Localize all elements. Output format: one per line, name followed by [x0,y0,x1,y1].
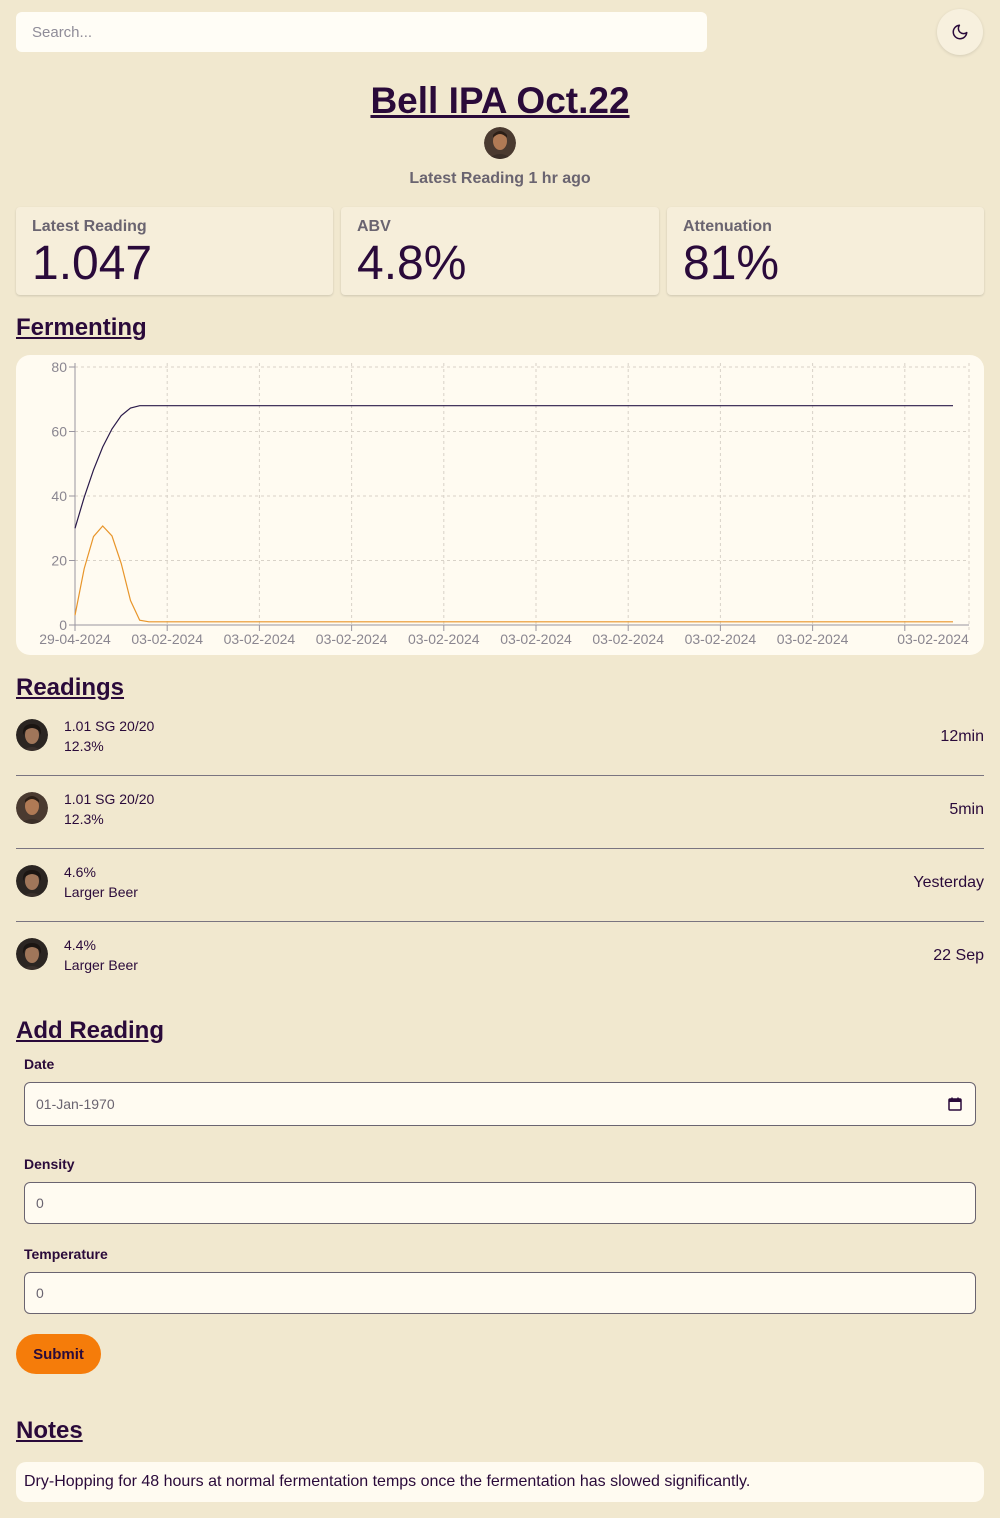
reading-secondary: Larger Beer [64,957,138,973]
latest-reading-subtitle: Latest Reading 1 hr ago [409,170,591,187]
series-line-1 [74,525,953,623]
submit-button[interactable]: Submit [16,1334,101,1374]
man-avatar [16,792,48,824]
woman-avatar [16,719,48,751]
y-tick-label: 40 [51,488,67,504]
x-tick-label: 03-02-2024 [131,631,203,647]
x-tick-label: 03-02-2024 [316,631,388,647]
temperature-field[interactable]: 0 [24,1272,976,1314]
readings-heading: Readings [16,674,125,701]
reading-primary: 4.6% [64,864,96,880]
list-item[interactable]: 1.01 SG 20/20 12.3% 5min [16,776,984,849]
x-tick-label: 03-02-2024 [592,631,664,647]
x-tick-label: 03-02-2024 [685,631,757,647]
theme-toggle-button[interactable] [937,9,983,55]
date-value: 01-Jan-1970 [36,1096,115,1112]
list-item[interactable]: 4.6% Larger Beer Yesterday [16,849,984,922]
stat-label: Attenuation [683,218,772,235]
notes-text: Dry-Hopping for 48 hours at normal ferme… [24,1473,751,1490]
woman-avatar [16,865,48,897]
reading-secondary: 12.3% [64,738,104,754]
y-tick-label: 80 [51,359,67,375]
reading-time: 22 Sep [933,947,984,964]
stat-value: 4.8% [357,237,467,290]
reading-primary: 1.01 SG 20/20 [64,791,155,807]
reading-secondary: Larger Beer [64,884,138,900]
y-tick-label: 20 [51,553,67,569]
notes-heading: Notes [16,1417,83,1444]
x-tick-label: 03-02-2024 [224,631,296,647]
density-field[interactable]: 0 [24,1182,976,1224]
reading-time: 12min [940,728,984,745]
density-value: 0 [36,1195,44,1211]
density-label: Density [24,1156,75,1172]
x-tick-label: 03-02-2024 [777,631,849,647]
search-input[interactable] [16,12,707,52]
temperature-value: 0 [36,1285,44,1301]
brewer-avatar [484,127,516,159]
stat-card-abv: ABV 4.8% [341,207,659,295]
x-tick-label: 03-02-2024 [500,631,572,647]
temperature-label: Temperature [24,1246,108,1262]
list-item[interactable]: 4.4% Larger Beer 22 Sep [16,922,984,995]
page-title[interactable]: Bell IPA Oct.22 [0,80,1000,122]
notes-box: Dry-Hopping for 48 hours at normal ferme… [16,1462,984,1502]
stat-label: ABV [357,218,391,235]
list-item[interactable]: 1.01 SG 20/20 12.3% 12min [16,703,984,776]
stat-value: 81% [683,237,780,290]
reading-secondary: 12.3% [64,811,104,827]
fermenting-heading: Fermenting [16,314,147,341]
x-tick-label: 03-02-2024 [897,631,969,647]
stat-value: 1.047 [32,237,153,290]
date-field[interactable]: 01-Jan-1970 [24,1082,976,1126]
series-line-0 [74,405,953,529]
moon-icon [952,24,968,40]
calendar-icon[interactable] [947,1096,963,1112]
y-tick-label: 60 [51,424,67,440]
x-tick-label: 03-02-2024 [408,631,480,647]
stat-card-latest-reading: Latest Reading 1.047 [16,207,333,295]
x-tick-label: 29-04-2024 [39,631,111,647]
add-reading-heading: Add Reading [16,1017,164,1044]
reading-time: 5min [949,801,984,818]
stat-card-attenuation: Attenuation 81% [667,207,984,295]
reading-primary: 1.01 SG 20/20 [64,718,155,734]
reading-time: Yesterday [913,874,984,891]
stat-label: Latest Reading [32,218,147,235]
date-label: Date [24,1056,55,1072]
reading-primary: 4.4% [64,937,96,953]
chart-svg: 02040608029-04-2024 03-02-2024 03-02-2024 0… [39,359,970,647]
fermentation-chart: 0 20 40 60 80 29-04-2024 03-02-2024 03-02-2024 0… [16,355,984,655]
woman-avatar [16,938,48,970]
